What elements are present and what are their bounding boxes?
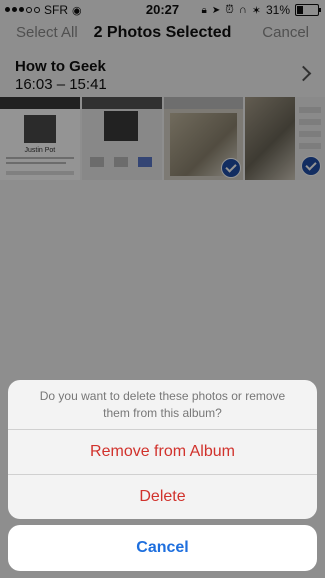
remove-from-album-button[interactable]: Remove from Album	[8, 429, 317, 474]
action-sheet: Do you want to delete these photos or re…	[8, 380, 317, 519]
delete-button[interactable]: Delete	[8, 474, 317, 519]
cancel-button[interactable]: Cancel	[8, 525, 317, 571]
action-sheet-message: Do you want to delete these photos or re…	[39, 389, 286, 420]
